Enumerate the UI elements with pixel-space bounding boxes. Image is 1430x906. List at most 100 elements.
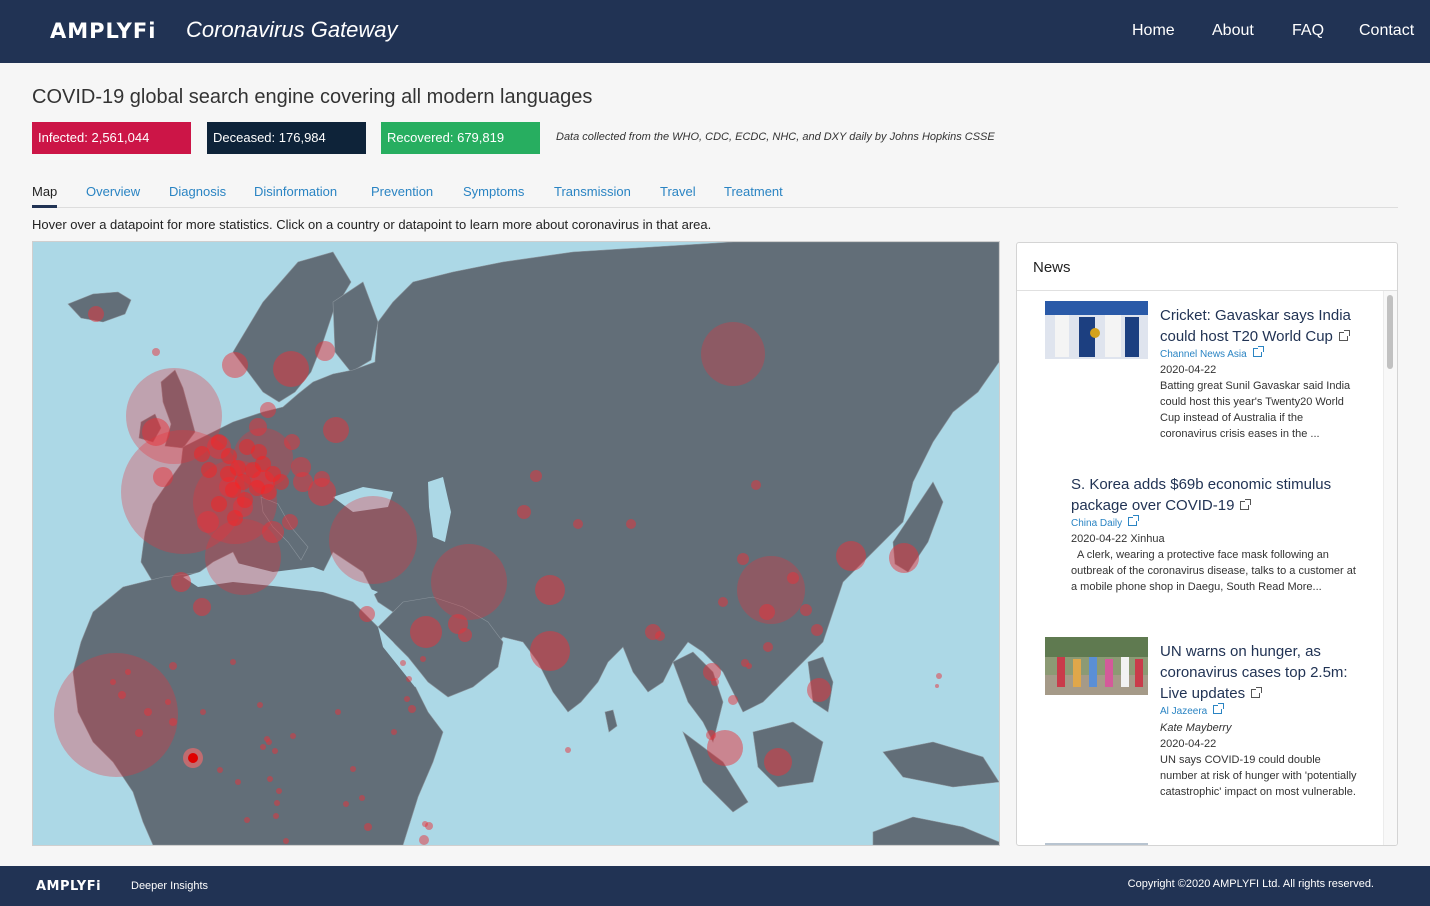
case-bubble[interactable] (718, 597, 728, 607)
case-bubble[interactable] (217, 767, 223, 773)
case-bubble[interactable] (391, 729, 397, 735)
tab-map[interactable]: Map (32, 184, 58, 208)
case-bubble[interactable] (142, 418, 170, 446)
case-bubble[interactable] (171, 572, 191, 592)
case-bubble[interactable] (422, 821, 428, 827)
case-bubble[interactable] (169, 662, 177, 670)
case-bubble[interactable] (406, 676, 412, 682)
case-bubble[interactable] (315, 341, 335, 361)
case-bubble[interactable] (272, 748, 278, 754)
case-bubble[interactable] (227, 510, 243, 526)
tab-travel[interactable]: Travel (660, 184, 696, 199)
news-source[interactable]: Al Jazeera (1160, 703, 1225, 717)
case-bubble[interactable] (759, 604, 775, 620)
tab-transmission[interactable]: Transmission (554, 184, 631, 199)
case-bubble[interactable] (350, 766, 356, 772)
case-bubble[interactable] (889, 543, 919, 573)
case-bubble[interactable] (400, 660, 406, 666)
case-bubble[interactable] (169, 718, 177, 726)
case-bubble[interactable] (703, 663, 721, 681)
case-bubble[interactable] (249, 418, 267, 436)
case-bubble[interactable] (273, 474, 289, 490)
case-bubble[interactable] (235, 779, 241, 785)
case-bubble[interactable] (701, 322, 765, 386)
case-bubble[interactable] (274, 800, 280, 806)
case-bubble[interactable] (936, 673, 942, 679)
news-thumbnail[interactable] (1045, 843, 1148, 845)
news-source[interactable]: China Daily (1071, 515, 1140, 529)
case-bubble[interactable] (408, 705, 416, 713)
case-bubble[interactable] (335, 709, 341, 715)
case-bubble[interactable] (458, 628, 472, 642)
case-bubble[interactable] (517, 505, 531, 519)
case-bubble[interactable] (200, 709, 206, 715)
case-bubble[interactable] (222, 352, 248, 378)
case-bubble[interactable] (237, 492, 253, 508)
nav-about[interactable]: About (1212, 22, 1254, 40)
case-bubble[interactable] (273, 351, 309, 387)
case-bubble[interactable] (244, 817, 250, 823)
case-bubble[interactable] (201, 462, 217, 478)
case-bubble[interactable] (291, 457, 311, 477)
tab-overview[interactable]: Overview (86, 184, 140, 199)
case-bubble[interactable] (125, 669, 131, 675)
case-bubble[interactable] (711, 678, 719, 686)
case-bubble[interactable] (410, 616, 442, 648)
case-bubble-selected[interactable] (188, 753, 198, 763)
case-bubble[interactable] (165, 699, 171, 705)
case-bubble[interactable] (260, 402, 276, 418)
case-bubble[interactable] (273, 813, 279, 819)
case-bubble[interactable] (343, 801, 349, 807)
case-bubble[interactable] (404, 696, 410, 702)
case-bubble[interactable] (290, 733, 296, 739)
case-bubble[interactable] (276, 788, 282, 794)
news-thumbnail[interactable] (1045, 637, 1148, 695)
tab-treatment[interactable]: Treatment (724, 184, 783, 199)
case-bubble[interactable] (764, 748, 792, 776)
case-bubble[interactable] (359, 606, 375, 622)
case-bubble[interactable] (811, 624, 823, 636)
case-bubble[interactable] (251, 444, 267, 460)
tab-symptoms[interactable]: Symptoms (463, 184, 524, 199)
case-bubble[interactable] (329, 496, 417, 584)
case-bubble[interactable] (323, 417, 349, 443)
case-bubble[interactable] (364, 823, 372, 831)
case-bubble[interactable] (284, 434, 300, 450)
case-bubble[interactable] (728, 695, 738, 705)
news-thumbnail[interactable] (1045, 301, 1148, 359)
case-bubble[interactable] (935, 684, 939, 688)
case-bubble[interactable] (135, 729, 143, 737)
map-canvas[interactable] (33, 242, 999, 845)
case-bubble[interactable] (751, 480, 761, 490)
footer-logo[interactable]: AMPLYFi (36, 879, 101, 894)
case-bubble[interactable] (535, 575, 565, 605)
news-title[interactable]: S. Korea adds $69b economic stimulus pac… (1071, 474, 1371, 516)
tab-disinformation[interactable]: Disinformation (254, 184, 337, 199)
nav-home[interactable]: Home (1132, 22, 1175, 40)
case-bubble[interactable] (260, 744, 266, 750)
case-bubble[interactable] (88, 306, 104, 322)
case-bubble[interactable] (283, 838, 289, 844)
case-bubble[interactable] (655, 631, 665, 641)
case-bubble[interactable] (118, 691, 126, 699)
case-bubble[interactable] (807, 678, 831, 702)
nav-contact[interactable]: Contact (1359, 22, 1414, 40)
case-bubble[interactable] (282, 514, 298, 530)
case-bubble[interactable] (220, 466, 236, 482)
case-bubble[interactable] (420, 656, 426, 662)
case-bubble[interactable] (153, 467, 173, 487)
case-bubble[interactable] (193, 598, 211, 616)
case-bubble[interactable] (737, 553, 749, 565)
case-bubble[interactable] (573, 519, 583, 529)
amplyfi-logo[interactable]: AMPLYFi (50, 19, 156, 43)
case-bubble[interactable] (54, 653, 178, 777)
news-scrollbar-thumb[interactable] (1387, 295, 1393, 369)
case-bubble[interactable] (230, 659, 236, 665)
world-map[interactable] (32, 241, 1000, 846)
case-bubble[interactable] (359, 795, 365, 801)
case-bubble[interactable] (530, 470, 542, 482)
nav-faq[interactable]: FAQ (1292, 22, 1324, 40)
case-bubble[interactable] (267, 776, 273, 782)
case-bubble[interactable] (110, 679, 116, 685)
case-bubble[interactable] (264, 736, 270, 742)
